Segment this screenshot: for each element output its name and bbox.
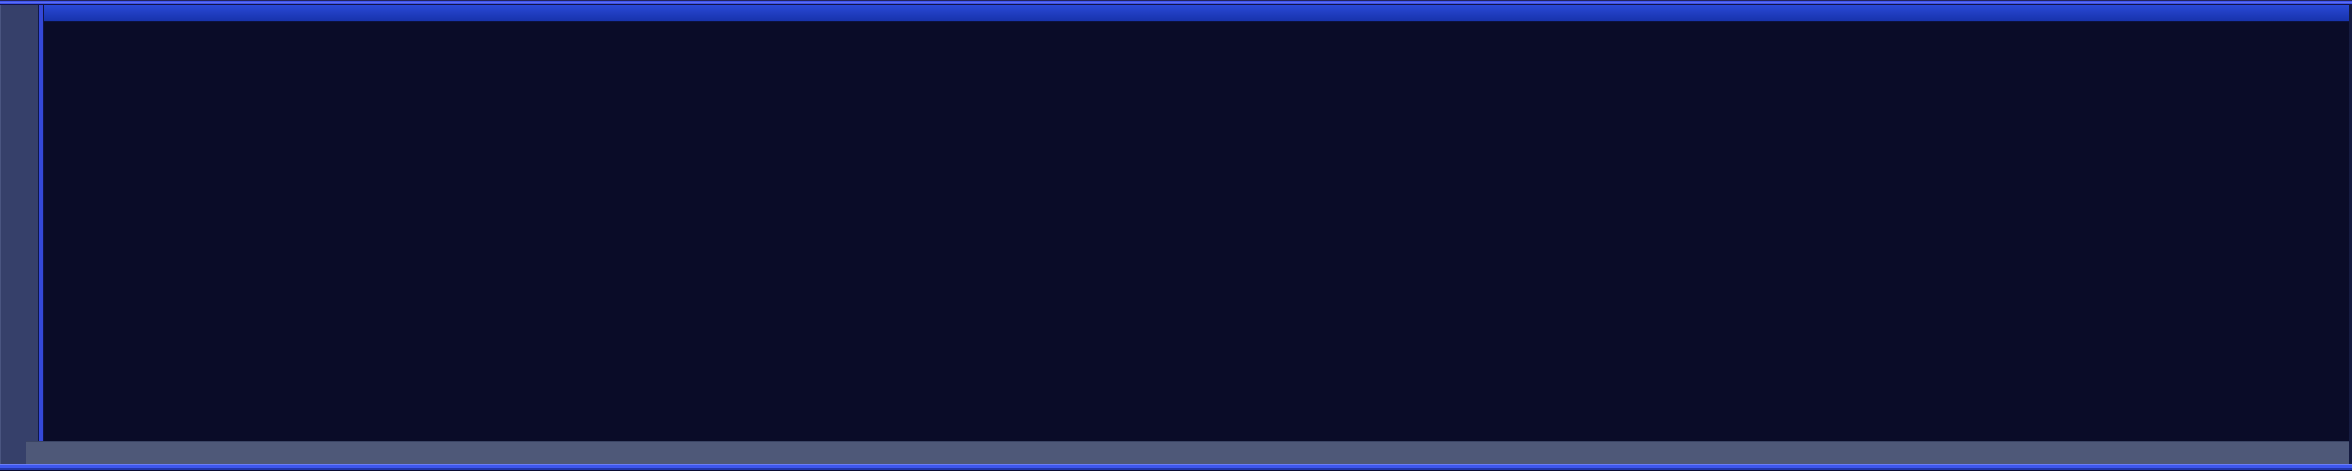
time-ruler[interactable] <box>26 441 2349 464</box>
spectrogram-canvas[interactable] <box>44 22 2349 441</box>
bottom-window-edge <box>0 464 2352 471</box>
app-window <box>0 0 2352 471</box>
title-bar[interactable] <box>44 5 2349 22</box>
